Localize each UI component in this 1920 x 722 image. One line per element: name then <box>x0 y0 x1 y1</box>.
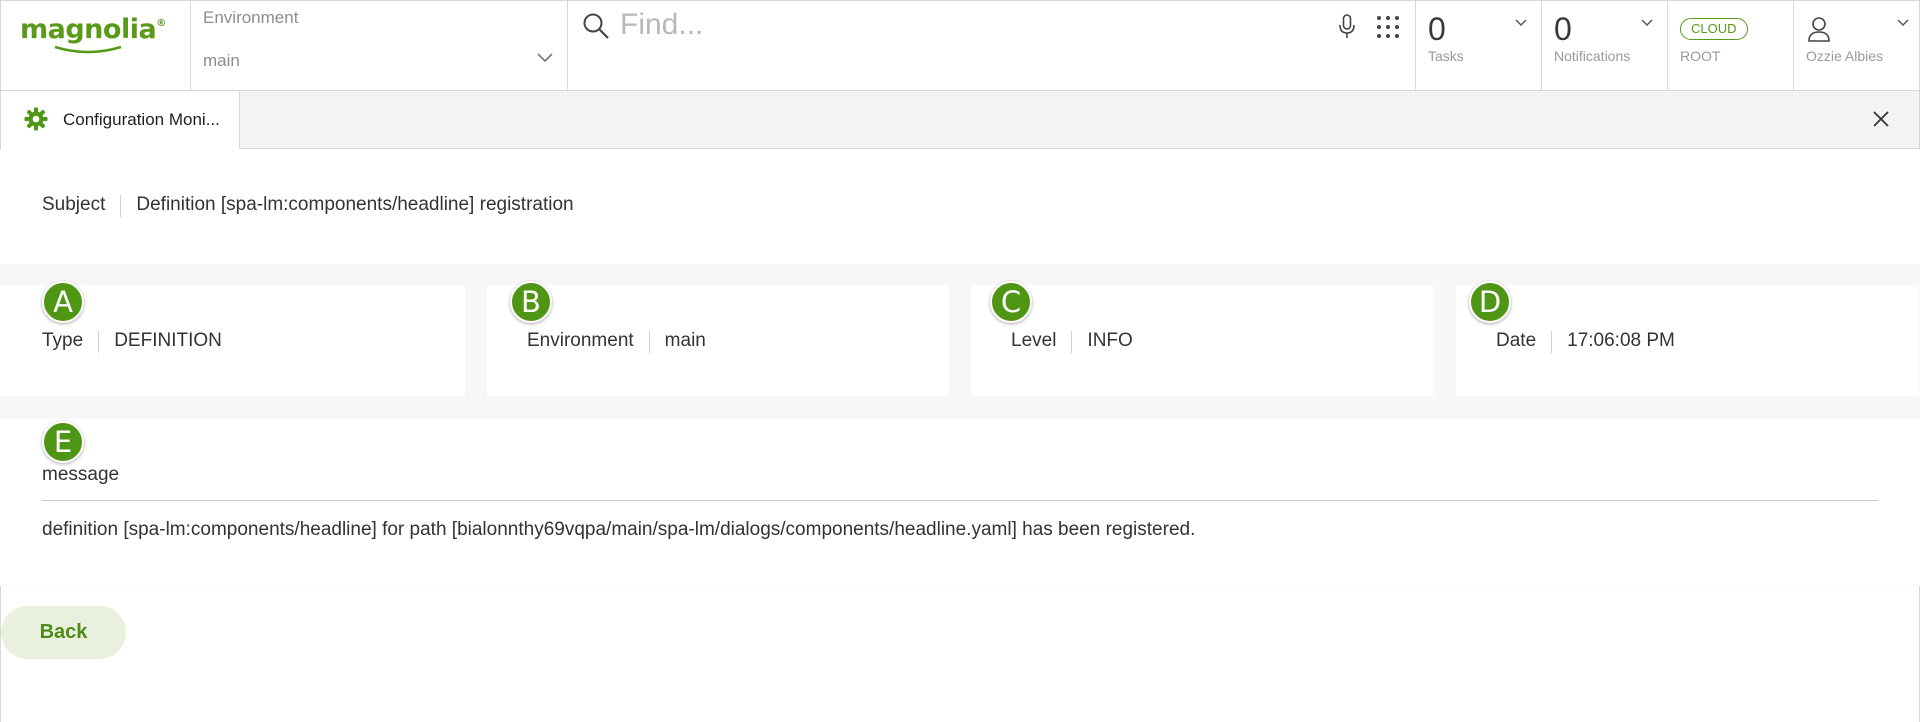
search-area <box>568 1 1416 91</box>
field-divider <box>1551 330 1553 353</box>
search-input[interactable] <box>620 5 1280 45</box>
cloud-root-label: ROOT <box>1680 48 1721 64</box>
subject-field: Subject Definition [spa-lm:components/hea… <box>42 194 574 217</box>
type-field: Type DEFINITION <box>42 330 222 353</box>
date-card: Date 17:06:08 PM <box>1456 285 1919 396</box>
tasks-label: Tasks <box>1428 48 1464 64</box>
date-value: 17:06:08 PM <box>1567 330 1675 351</box>
notifications-menu[interactable]: 0 Notifications <box>1542 1 1668 91</box>
level-field: Level INFO <box>1011 330 1133 353</box>
chevron-down-icon <box>537 53 553 63</box>
notifications-label: Notifications <box>1554 48 1631 64</box>
logo[interactable]: magnolia® <box>1 1 191 91</box>
type-value: DEFINITION <box>114 330 222 351</box>
gear-icon <box>24 107 48 131</box>
app-launcher-icon[interactable] <box>1376 15 1400 39</box>
environment-field: Environment main <box>527 330 706 353</box>
subject-section: Subject Definition [spa-lm:components/hea… <box>0 150 1920 264</box>
chevron-down-icon <box>1641 19 1653 27</box>
cloud-badge: CLOUD <box>1680 18 1748 40</box>
marker-c: C <box>990 281 1032 323</box>
date-field: Date 17:06:08 PM <box>1496 330 1675 353</box>
tab-bar: Configuration Moni... <box>0 91 1920 149</box>
close-icon[interactable] <box>1870 108 1892 130</box>
top-bar: magnolia® Environment main 0 Tasks <box>0 0 1920 91</box>
environment-label: Environment <box>527 330 634 351</box>
notifications-count: 0 <box>1554 11 1572 47</box>
message-text: definition [spa-lm:components/headline] … <box>42 519 1196 540</box>
level-card: Level INFO <box>971 285 1434 396</box>
level-value: INFO <box>1087 330 1133 351</box>
subject-label: Subject <box>42 194 106 215</box>
tab-label: Configuration Moni... <box>63 110 220 129</box>
back-button[interactable]: Back <box>1 606 126 659</box>
microphone-icon[interactable] <box>1338 14 1356 40</box>
marker-b: B <box>510 281 552 323</box>
user-name: Ozzie Albies <box>1806 48 1884 64</box>
field-divider <box>648 330 650 353</box>
user-menu[interactable]: Ozzie Albies <box>1794 1 1920 91</box>
chevron-down-icon <box>1897 19 1909 27</box>
environment-selector-label: Environment <box>203 8 299 27</box>
tasks-menu[interactable]: 0 Tasks <box>1416 1 1542 91</box>
environment-selector[interactable]: Environment main <box>191 1 568 91</box>
message-divider <box>42 500 1878 501</box>
environment-value: main <box>664 330 706 351</box>
marker-a: A <box>42 281 84 323</box>
field-divider <box>120 194 122 217</box>
logo-swoosh-icon <box>54 45 122 54</box>
field-divider <box>98 330 100 353</box>
tab-configuration-monitor[interactable]: Configuration Moni... <box>1 91 240 149</box>
tasks-count: 0 <box>1428 11 1446 47</box>
marker-e: E <box>42 421 84 463</box>
cloud-instance[interactable]: CLOUD ROOT <box>1668 1 1794 91</box>
level-label: Level <box>1011 330 1057 351</box>
user-icon <box>1808 17 1830 42</box>
chevron-down-icon <box>1515 19 1527 27</box>
type-label: Type <box>42 330 84 351</box>
logo-wordmark: magnolia® <box>20 14 166 45</box>
environment-selector-value: main <box>203 51 240 70</box>
search-icon <box>583 13 609 39</box>
field-divider <box>1071 330 1073 353</box>
date-label: Date <box>1496 330 1537 351</box>
message-label: message <box>42 464 120 485</box>
subject-value: Definition [spa-lm:components/headline] … <box>136 194 574 215</box>
message-section: message definition [spa-lm:components/he… <box>0 419 1920 585</box>
environment-card: Environment main <box>487 285 949 396</box>
marker-d: D <box>1469 281 1511 323</box>
